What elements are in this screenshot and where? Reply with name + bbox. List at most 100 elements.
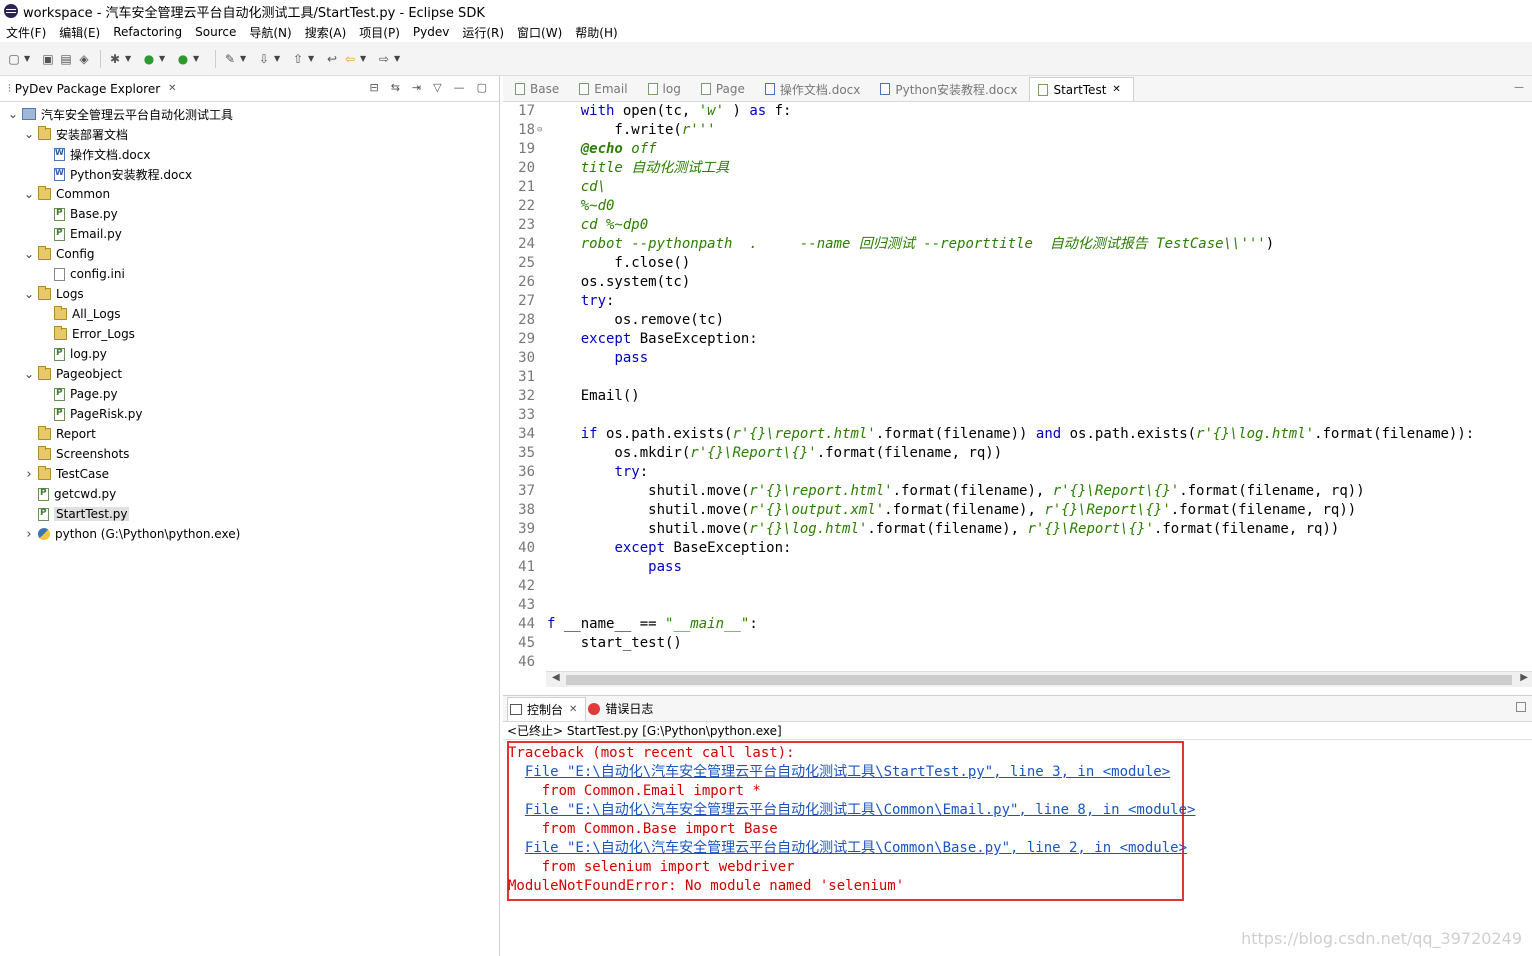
tree-item[interactable]: Python安装教程.docx: [0, 164, 499, 184]
new-dropdown-icon[interactable]: ▼: [24, 54, 32, 63]
menu-item[interactable]: Source: [195, 25, 236, 39]
tree-item[interactable]: StartTest.py: [0, 504, 499, 524]
back-dropdown-icon[interactable]: ▼: [360, 54, 368, 63]
menu-item[interactable]: Pydev: [413, 25, 449, 39]
console-line[interactable]: File "E:\自动化\汽车安全管理云平台自动化测试工具\StartTest.…: [508, 763, 1195, 782]
tree-item[interactable]: Report: [0, 424, 499, 444]
chevron-down-icon[interactable]: ⌄: [24, 128, 34, 140]
close-icon[interactable]: ✕: [1112, 84, 1120, 95]
maximize-icon[interactable]: ▢: [477, 81, 487, 94]
tree-item[interactable]: ⌄ Common: [0, 184, 499, 204]
traceback-link[interactable]: File "E:\自动化\汽车安全管理云平台自动化测试工具\Common\Ema…: [525, 802, 1196, 818]
debug-icon[interactable]: ✱: [107, 51, 123, 67]
console-tab[interactable]: 错误日志: [586, 697, 661, 721]
line-number: 23: [518, 217, 535, 233]
chevron-down-icon[interactable]: ⌄: [24, 248, 34, 260]
traceback-link[interactable]: File "E:\自动化\汽车安全管理云平台自动化测试工具\StartTest.…: [525, 764, 1170, 780]
menu-item[interactable]: 窗口(W): [517, 24, 562, 41]
chevron-down-icon[interactable]: ⌄: [24, 188, 34, 200]
horizontal-scrollbar[interactable]: ◀ ▶: [546, 671, 1532, 687]
link-editor-icon[interactable]: ⇆: [391, 81, 400, 94]
package-explorer-tab[interactable]: ⫶ PyDev Package Explorer ✕ ⊟ ⇆ ⇥ ▽ — ▢: [0, 76, 499, 102]
tree-item[interactable]: Page.py: [0, 384, 499, 404]
new-icon[interactable]: ▢: [6, 51, 22, 67]
chevron-right-icon[interactable]: ›: [24, 527, 34, 542]
forward-icon[interactable]: ⇨: [376, 51, 392, 67]
menu-item[interactable]: 文件(F): [6, 24, 46, 41]
external-tools-icon[interactable]: ●: [175, 51, 191, 67]
save-all-icon[interactable]: ▤: [58, 51, 74, 67]
last-edit-icon[interactable]: ↩: [324, 51, 340, 67]
menu-item[interactable]: 搜索(A): [305, 24, 347, 41]
editor-tab[interactable]: log: [640, 77, 693, 101]
console-line[interactable]: File "E:\自动化\汽车安全管理云平台自动化测试工具\Common\Bas…: [508, 839, 1195, 858]
code-token: try: [580, 293, 607, 309]
console-line[interactable]: File "E:\自动化\汽车安全管理云平台自动化测试工具\Common\Ema…: [508, 801, 1196, 820]
code-area[interactable]: 17 with open(tc, 'w' ) as f: 18 ⊖ f.write(…: [503, 102, 1532, 672]
open-type-icon[interactable]: ◈: [76, 51, 92, 67]
close-icon[interactable]: ✕: [168, 83, 176, 94]
menu-item[interactable]: 编辑(E): [59, 24, 100, 41]
menu-item[interactable]: 运行(R): [462, 24, 504, 41]
tree-item[interactable]: ⌄ 汽车安全管理云平台自动化测试工具: [0, 104, 499, 124]
forward-dropdown-icon[interactable]: ▼: [394, 54, 402, 63]
editor-tab[interactable]: Page: [693, 77, 757, 101]
console-maximize-icon[interactable]: [1516, 702, 1526, 712]
tree-item[interactable]: log.py: [0, 344, 499, 364]
tree-item[interactable]: All_Logs: [0, 304, 499, 324]
debug-dropdown-icon[interactable]: ▼: [125, 54, 133, 63]
tree-item[interactable]: Email.py: [0, 224, 499, 244]
scroll-left-icon[interactable]: ◀: [552, 672, 560, 683]
run-dropdown-icon[interactable]: ▼: [159, 54, 167, 63]
chevron-down-icon[interactable]: ⌄: [8, 108, 18, 120]
minimize-icon[interactable]: —: [454, 81, 465, 94]
tree-item[interactable]: Base.py: [0, 204, 499, 224]
tree-item[interactable]: ⌄ Config: [0, 244, 499, 264]
close-icon[interactable]: ✕: [569, 704, 577, 715]
editor-tab-label: Python安装教程.docx: [895, 82, 1018, 97]
chevron-down-icon[interactable]: ⌄: [24, 288, 34, 300]
scroll-right-icon[interactable]: ▶: [1520, 672, 1528, 683]
wand-dropdown-icon[interactable]: ▼: [240, 54, 248, 63]
save-icon[interactable]: ▣: [40, 51, 56, 67]
tree-item[interactable]: 操作文档.docx: [0, 144, 499, 164]
chevron-right-icon[interactable]: ›: [24, 467, 34, 482]
tree-item[interactable]: › TestCase: [0, 464, 499, 484]
prev-annotation-icon[interactable]: ⇧: [290, 51, 306, 67]
editor-tab[interactable]: Email: [571, 77, 639, 101]
console-output[interactable]: Traceback (most recent call last): File …: [508, 744, 1195, 896]
next-annotation-dropdown-icon[interactable]: ▼: [274, 54, 282, 63]
menu-item[interactable]: 帮助(H): [575, 24, 617, 41]
menu-item[interactable]: Refactoring: [113, 25, 182, 39]
tree-item[interactable]: getcwd.py: [0, 484, 499, 504]
prev-annotation-dropdown-icon[interactable]: ▼: [308, 54, 316, 63]
run-icon[interactable]: ●: [141, 51, 157, 67]
menu-item[interactable]: 导航(N): [249, 24, 291, 41]
console-tab[interactable]: 控制台 ✕: [507, 696, 587, 721]
view-menu-icon[interactable]: ▽: [433, 81, 441, 94]
menu-item[interactable]: 项目(P): [359, 24, 400, 41]
editor-minimize-icon[interactable]: —: [1514, 82, 1524, 93]
editor-tab[interactable]: Python安装教程.docx: [872, 77, 1029, 101]
tree-item[interactable]: Error_Logs: [0, 324, 499, 344]
tree-item[interactable]: Screenshots: [0, 444, 499, 464]
back-icon[interactable]: ⇦: [342, 51, 358, 67]
tree-item[interactable]: ⌄ 安装部署文档: [0, 124, 499, 144]
tree-item[interactable]: ⌄ Logs: [0, 284, 499, 304]
editor-tab[interactable]: Base: [507, 77, 571, 101]
editor-tab[interactable]: StartTest ✕: [1029, 77, 1134, 101]
tree-item[interactable]: ⌄ Pageobject: [0, 364, 499, 384]
tree-item[interactable]: › python (G:\Python\python.exe): [0, 524, 499, 544]
chevron-down-icon[interactable]: ⌄: [24, 368, 34, 380]
editor-tab[interactable]: 操作文档.docx: [757, 77, 872, 101]
external-tools-dropdown-icon[interactable]: ▼: [193, 54, 201, 63]
tree-item[interactable]: config.ini: [0, 264, 499, 284]
fold-icon[interactable]: ⊖: [537, 121, 547, 140]
scrollbar-thumb[interactable]: [566, 675, 1512, 685]
next-annotation-icon[interactable]: ⇩: [256, 51, 272, 67]
wand-icon[interactable]: ✎: [222, 51, 238, 67]
tree-item[interactable]: PageRisk.py: [0, 404, 499, 424]
filter-icon[interactable]: ⇥: [412, 81, 421, 94]
collapse-all-icon[interactable]: ⊟: [369, 81, 378, 94]
traceback-link[interactable]: File "E:\自动化\汽车安全管理云平台自动化测试工具\Common\Bas…: [525, 840, 1187, 856]
